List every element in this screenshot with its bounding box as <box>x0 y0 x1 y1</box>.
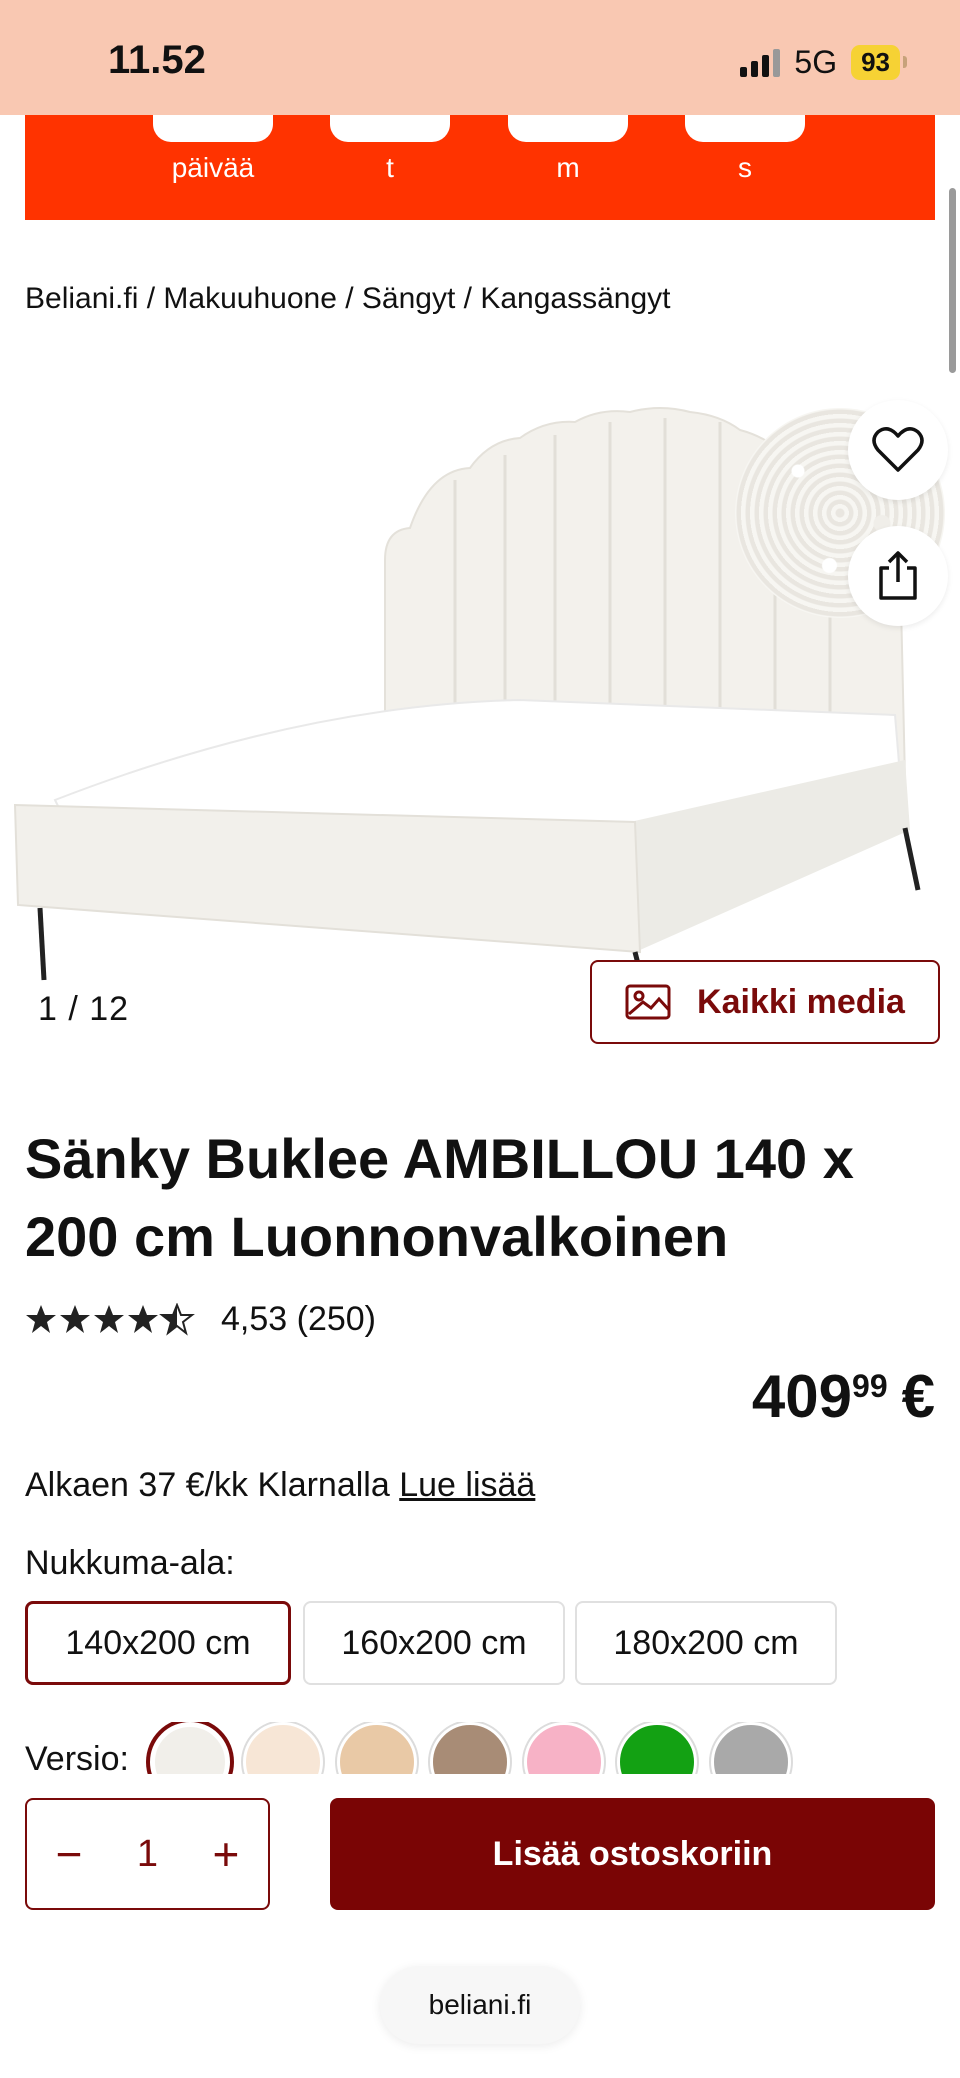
color-option-5[interactable] <box>524 1722 604 1774</box>
quantity-value[interactable]: 1 <box>137 1833 158 1876</box>
breadcrumb: Beliani.fi / Makuuhuone / Sängyt / Kanga… <box>25 282 670 316</box>
color-option-6[interactable] <box>617 1722 697 1774</box>
sleep-area-label: Nukkuma-ala: <box>25 1544 235 1582</box>
rating-text: 4,53 (250) <box>221 1300 376 1338</box>
color-option-1[interactable] <box>150 1722 230 1774</box>
signal-icon <box>740 48 781 77</box>
status-icons: 5G 93 <box>740 44 907 81</box>
klarna-read-more-link[interactable]: Lue lisää <box>399 1466 535 1504</box>
countdown-minutes-box <box>508 115 628 142</box>
breadcrumb-bedroom[interactable]: Makuuhuone <box>163 282 336 315</box>
add-to-cart-bar: − 1 + Lisää ostoskoriin <box>0 1774 960 1974</box>
countdown-minutes: m <box>508 115 628 184</box>
countdown-hours-label: t <box>386 152 394 183</box>
quantity-decrease-button[interactable]: − <box>41 1826 97 1882</box>
quantity-stepper: − 1 + <box>25 1798 270 1910</box>
countdown-days: päivää <box>153 115 273 184</box>
price-main: 409 <box>751 1363 853 1430</box>
countdown-banner: päivää t m s <box>25 115 935 220</box>
countdown-hours-box <box>330 115 450 142</box>
breadcrumb-separator: / <box>455 282 481 315</box>
battery-icon: 93 <box>851 45 907 80</box>
share-icon <box>879 551 917 600</box>
gallery-counter: 1 / 12 <box>38 990 130 1028</box>
color-option-3[interactable] <box>337 1722 417 1774</box>
size-option-160x200[interactable]: 160x200 cm <box>303 1601 565 1685</box>
size-option-140x200[interactable]: 140x200 cm <box>25 1601 291 1685</box>
breadcrumb-separator: / <box>336 282 362 315</box>
breadcrumb-fabric-beds[interactable]: Kangassängyt <box>480 282 670 315</box>
browser-url-bar[interactable]: beliani.fi <box>380 1966 580 2044</box>
countdown-days-label: päivää <box>171 152 255 183</box>
breadcrumb-beds[interactable]: Sängyt <box>362 282 455 315</box>
product-title: Sänky Buklee AMBILLOU 140 x 200 cm Luonn… <box>25 1127 854 1268</box>
countdown-days-box <box>153 115 273 142</box>
network-type: 5G <box>794 44 838 80</box>
countdown-hours: t <box>330 115 450 184</box>
share-button[interactable] <box>848 526 948 626</box>
size-option-180x200[interactable]: 180x200 cm <box>575 1601 837 1685</box>
all-media-button[interactable]: Kaikki media <box>590 960 940 1044</box>
version-color-options <box>0 1722 960 1774</box>
klarna-info: Alkaen 37 €/kk Klarnalla Lue lisää <box>25 1466 535 1505</box>
breadcrumb-separator: / <box>138 282 164 315</box>
breadcrumb-home[interactable]: Beliani.fi <box>25 282 138 315</box>
status-bar: 11.52 5G 93 <box>0 0 960 115</box>
product-gallery[interactable]: 1 / 12 Kaikki media <box>0 360 960 1060</box>
price-currency: € <box>901 1363 935 1430</box>
color-option-2[interactable] <box>243 1722 323 1774</box>
all-media-label: Kaikki media <box>697 982 905 1021</box>
battery-level: 93 <box>861 47 890 77</box>
rating-stars-icon <box>26 1303 193 1334</box>
klarna-text: Alkaen 37 €/kk Klarnalla <box>25 1466 390 1504</box>
price-cents: 99 <box>852 1368 888 1404</box>
countdown-seconds-box <box>685 115 805 142</box>
heart-icon <box>872 427 924 472</box>
status-time: 11.52 <box>108 38 206 82</box>
product-price: 409 99 € <box>752 1362 935 1431</box>
color-option-4[interactable] <box>430 1722 510 1774</box>
countdown-minutes-label: m <box>556 152 580 183</box>
image-icon <box>625 984 671 1020</box>
color-option-7[interactable] <box>711 1722 791 1774</box>
page-scrollbar[interactable] <box>949 188 956 373</box>
add-to-cart-button[interactable]: Lisää ostoskoriin <box>330 1798 935 1910</box>
countdown-seconds-label: s <box>738 152 752 183</box>
wishlist-button[interactable] <box>848 400 948 500</box>
product-rating[interactable]: 4,53 (250) <box>25 1300 376 1339</box>
quantity-increase-button[interactable]: + <box>198 1826 254 1882</box>
countdown-seconds: s <box>685 115 805 184</box>
